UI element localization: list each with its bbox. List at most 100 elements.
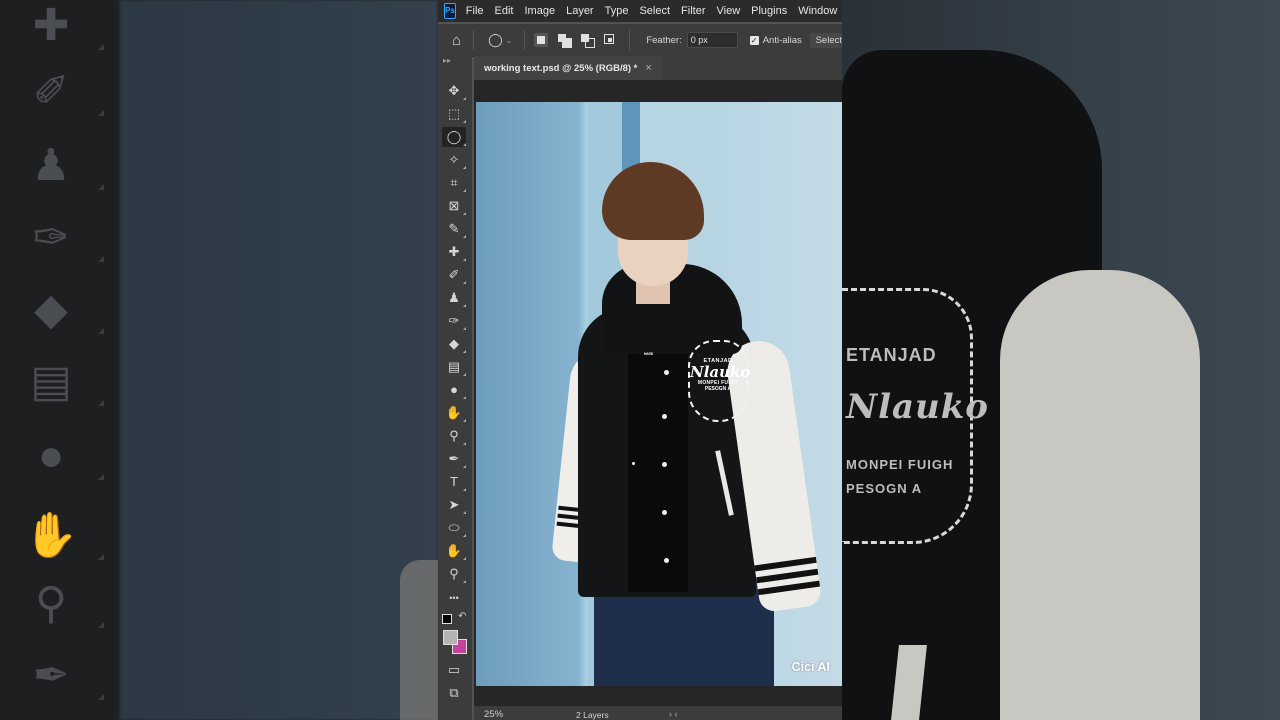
- status-arrow-icon[interactable]: › ‹: [669, 707, 678, 720]
- healing-brush-tool[interactable]: ✚: [442, 242, 466, 262]
- canvas-area[interactable]: ᴴᴬᴿᴰ ETANJAD Nlauko MONPEI FUIGH PESOGN …: [474, 80, 842, 706]
- gradient-tool[interactable]: ▤: [442, 357, 466, 377]
- home-icon[interactable]: ⌂: [452, 32, 461, 49]
- subtract-from-selection-button[interactable]: [580, 33, 596, 48]
- background-eraser-icon: ◆: [22, 284, 104, 336]
- watermark: Cici AI: [791, 660, 830, 674]
- new-selection-button[interactable]: [534, 33, 549, 47]
- eraser-tool[interactable]: ◆: [442, 334, 466, 354]
- tool-group-indicator: [463, 373, 466, 376]
- document-tab[interactable]: working text.psd @ 25% (RGB/8) * ×: [474, 56, 662, 80]
- background-toolstrip: ✚ ✐ ♟ ✑ ◆ ▤ ● ✋ ⚲ ✒: [0, 0, 118, 720]
- history-brush-tool[interactable]: ✑: [442, 311, 466, 331]
- quick-mask-icon: ▭: [447, 662, 461, 677]
- menu-edit[interactable]: Edit: [495, 5, 514, 17]
- type-tool[interactable]: T: [442, 472, 466, 492]
- tool-group-indicator: [463, 304, 466, 307]
- ellipse-tool[interactable]: ⬭: [442, 518, 466, 538]
- swap-colors-icon[interactable]: ↶: [458, 611, 466, 622]
- background-blur-icon: ●: [22, 430, 104, 482]
- quick-mask-button[interactable]: ▭: [442, 660, 466, 680]
- zoom-tool[interactable]: ⚲: [442, 564, 466, 584]
- tool-group-indicator: [463, 166, 466, 169]
- tool-group-indicator: [463, 120, 466, 123]
- menu-window[interactable]: Window: [798, 5, 837, 17]
- background-smudge-icon: ✋: [22, 510, 104, 562]
- background-patch: ETANJAD Nlauko MONPEI FUIGH PESOGN A: [842, 288, 988, 544]
- tool-group-indicator: [463, 419, 466, 422]
- eraser-icon: ◆: [449, 336, 459, 351]
- feather-input[interactable]: 0 px: [686, 32, 738, 48]
- background-history-brush-icon: ✑: [22, 212, 104, 264]
- hand-icon: ✋: [445, 543, 463, 558]
- background-patch-text-top: ETANJAD: [846, 345, 937, 365]
- menu-filter[interactable]: Filter: [681, 5, 705, 17]
- menu-file[interactable]: File: [466, 5, 484, 17]
- tool-group-indicator: [463, 488, 466, 491]
- jacket-button: [664, 558, 669, 563]
- path-selection-tool[interactable]: ➤: [442, 495, 466, 515]
- jacket-button: [662, 510, 667, 515]
- foreground-color-swatch[interactable]: [443, 630, 458, 645]
- photoshop-window: Ps File Edit Image Layer Type Select Fil…: [438, 0, 842, 720]
- smudge-icon: ✋: [445, 405, 463, 420]
- chevron-down-icon[interactable]: ⌄: [506, 36, 513, 45]
- rectangular-marquee-tool[interactable]: ⬚: [442, 104, 466, 124]
- pen-tool[interactable]: ✒: [442, 449, 466, 469]
- type-icon: T: [450, 474, 458, 489]
- tool-group-indicator: [463, 580, 466, 583]
- background-patch-line4: PESOGN A: [846, 481, 923, 496]
- tool-group-indicator: [463, 396, 466, 399]
- menu-layer[interactable]: Layer: [566, 5, 594, 17]
- lasso-selection-patch[interactable]: ETANJAD Nlauko MONPEI FUIGH PESOGN A: [688, 340, 750, 422]
- lasso-tool[interactable]: ◯: [442, 127, 466, 147]
- hand-tool[interactable]: ✋: [442, 541, 466, 561]
- document-canvas[interactable]: ᴴᴬᴿᴰ ETANJAD Nlauko MONPEI FUIGH PESOGN …: [476, 102, 842, 686]
- ellipse-icon: ⬭: [448, 520, 460, 535]
- screen-mode-button[interactable]: ⧉: [442, 683, 466, 703]
- menu-type[interactable]: Type: [605, 5, 629, 17]
- menu-select[interactable]: Select: [639, 5, 670, 17]
- crop-icon: ⌗: [450, 175, 458, 190]
- background-gradient-icon: ▤: [22, 356, 104, 408]
- menu-view[interactable]: View: [717, 5, 741, 17]
- dodge-tool[interactable]: ⚲: [442, 426, 466, 446]
- more-tools[interactable]: •••: [442, 587, 466, 607]
- tool-group-indicator: [463, 557, 466, 560]
- tools-panel: ▸▸ ✥ ⬚ ◯ ✧ ⌗ ⊠ ✎ ✚ ✐ ♟ ✑ ◆ ▤ ● ✋ ⚲ ✒ T ➤ ⬭ ✋ ⚲ ••• ↶ ▭ ⧉: [438, 56, 472, 720]
- dodge-icon: ⚲: [449, 428, 459, 443]
- close-icon[interactable]: ×: [645, 62, 651, 74]
- crop-tool[interactable]: ⌗: [442, 173, 466, 193]
- clone-stamp-tool[interactable]: ♟: [442, 288, 466, 308]
- magic-wand-tool[interactable]: ✧: [442, 150, 466, 170]
- path-selection-icon: ➤: [448, 497, 460, 512]
- eyedropper-tool[interactable]: ✎: [442, 219, 466, 239]
- intersect-selection-button[interactable]: [603, 33, 617, 47]
- more-tools-icon: •••: [449, 593, 459, 603]
- blur-tool[interactable]: ●: [442, 380, 466, 400]
- blur-icon: ●: [450, 382, 458, 397]
- move-tool[interactable]: ✥: [442, 81, 466, 101]
- jacket-button: [662, 414, 667, 419]
- panel-grip-icon[interactable]: ▸▸: [443, 56, 451, 65]
- menu-image[interactable]: Image: [525, 5, 556, 17]
- eyedropper-icon: ✎: [448, 221, 460, 236]
- magic-wand-icon: ✧: [448, 152, 460, 167]
- add-to-selection-button[interactable]: [557, 33, 573, 48]
- patch-text-line4: PESOGN A: [704, 386, 732, 392]
- tool-group-indicator: [463, 350, 466, 353]
- jacket-button: [662, 462, 667, 467]
- anti-alias-checkbox[interactable]: ✓: [749, 35, 759, 45]
- zoom-level[interactable]: 25%: [484, 708, 503, 720]
- menu-plugins[interactable]: Plugins: [751, 5, 787, 17]
- move-icon: ✥: [448, 83, 460, 98]
- smudge-tool[interactable]: ✋: [442, 403, 466, 423]
- lasso-preset-icon[interactable]: ◯: [488, 32, 503, 48]
- brush-tool[interactable]: ✐: [442, 265, 466, 285]
- select-and-mask-button[interactable]: Select: [809, 32, 842, 48]
- photoshop-logo-icon: Ps: [444, 3, 456, 19]
- default-colors-icon[interactable]: [442, 614, 452, 624]
- options-divider: [473, 30, 475, 50]
- frame-tool[interactable]: ⊠: [442, 196, 466, 216]
- tool-group-indicator: [463, 465, 466, 468]
